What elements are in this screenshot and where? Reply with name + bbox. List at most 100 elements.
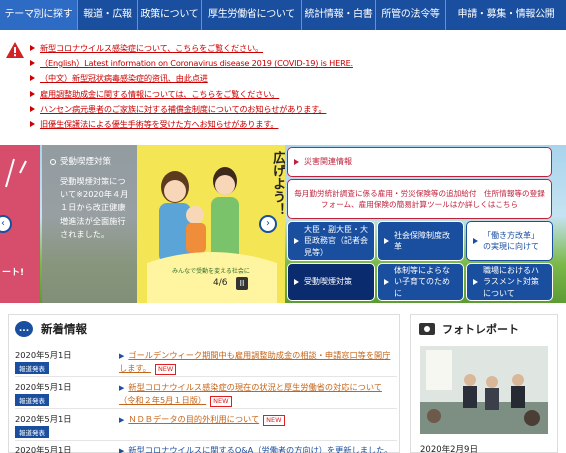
news-link-text: ＮＤＢデータの目的外利用について [128, 414, 260, 424]
minister-press-label: 大臣・副大臣・大臣政務官（記者会見等） [304, 224, 368, 257]
alert-item: （English）Latest information on Coronavir… [30, 55, 353, 70]
passive-smoking-label: 受動喫煙対策 [304, 277, 352, 287]
circle-icon [50, 159, 56, 165]
monthly-survey-label: 毎月勤労統計調査に係る雇用・労災保険等の追加給付 住所情報等の登録フォーム、雇用… [294, 189, 545, 209]
alert-list: 新型コロナウイルス感染症について、こちらをご覧ください。 （English）La… [30, 40, 353, 132]
alert-eugenics-link[interactable]: 旧優生保護法による優生手術等を受けた方へお知らせがあります。 [40, 118, 279, 130]
arrow-right-icon [384, 279, 389, 285]
disaster-info-label: 災害関連情報 [304, 157, 352, 167]
arrow-right-icon [294, 238, 299, 244]
alert-chinese-link[interactable]: （中文）新型冠状病毒感染症的资讯、由此点进 [40, 72, 208, 84]
illus-headline: 広げよう！ [270, 151, 285, 216]
arrow-right-icon [473, 279, 478, 285]
news-link[interactable]: ▶ ゴールデンウィーク期間中も雇用調整助成金の相談・申請窓口等を開庁します。 NEW [119, 349, 397, 375]
alert-item: （中文）新型冠状病毒感染症的资讯、由此点进 [30, 71, 353, 86]
news-section: ... 新着情報 2020年5月1日 報道発表 ▶ ゴールデンウィーク期間中も雇用… [8, 314, 400, 453]
childcare-label: 体制等によらない子育てのために [394, 265, 450, 298]
news-badge: 報道発表 [15, 394, 49, 406]
work-reform-label: 「働き方改革」の実現に向けて [483, 230, 539, 252]
alert-employment-link[interactable]: 雇用調整助成金に関する情報については、こちらをご覧ください。 [40, 88, 279, 100]
alert-covid-link[interactable]: 新型コロナウイルス感染症について、こちらをご覧ください。 [40, 42, 263, 54]
news-row: 2020年5月1日 報道発表 ▶ ゴールデンウィーク期間中も雇用調整助成金の相談・… [15, 346, 397, 377]
slide-body: 受動喫煙対策について※2020年４月１日から改正健康増進法が全面施行されました。 [60, 176, 129, 239]
slide-caption-panel: 受動喫煙対策 受動喫煙対策について※2020年４月１日から改正健康増進法が全面施… [42, 145, 137, 303]
bullet-icon [30, 59, 35, 66]
nav-press[interactable]: 報道・広報 [78, 0, 138, 30]
arrow-right-icon: ▶ [119, 416, 125, 424]
chevron-left-icon: ‹ [1, 218, 5, 229]
news-date: 2020年5月1日 [15, 382, 72, 392]
arrow-right-icon [473, 238, 478, 244]
meeting-photo-icon [420, 346, 548, 434]
bullet-icon [30, 44, 35, 51]
arrow-right-icon [384, 238, 389, 244]
bullet-icon [30, 75, 35, 82]
photo-report-date: 2020年2月9日 [420, 445, 478, 453]
alert-item: 雇用調整助成金に関する情報については、こちらをご覧ください。 [30, 86, 353, 101]
new-badge: NEW [154, 364, 177, 375]
arrow-right-icon [294, 159, 299, 165]
camera-icon [419, 323, 435, 335]
photo-report-image[interactable] [420, 346, 548, 434]
news-badge: 報道発表 [15, 426, 49, 438]
news-date: 2020年5月1日 [15, 445, 72, 453]
work-reform-button[interactable]: 「働き方改革」の実現に向けて [466, 221, 553, 261]
arrow-right-icon: ▶ [119, 447, 125, 453]
slide-title: 受動喫煙対策 [60, 157, 112, 167]
arrow-right-icon [294, 279, 299, 285]
warning-icon [6, 42, 24, 58]
nav-statistics[interactable]: 統計情報・白書 [302, 0, 376, 30]
global-nav: テーマ別に探す 報道・広報 政策について 厚生労働省について 統計情報・白書 所… [0, 0, 566, 30]
news-date: 2020年5月1日 [15, 350, 72, 360]
minister-press-button[interactable]: 大臣・副大臣・大臣政務官（記者会見等） [287, 221, 375, 261]
bullet-icon [30, 90, 35, 97]
news-link-text: 新型コロナウイルスに関するQ&A（労働者の方向け）を更新しました。 [128, 445, 393, 453]
photo-report-section: フォトレポート 2020年2月9日 [410, 314, 558, 453]
harassment-button[interactable]: 職場におけるハラスメント対策について [466, 263, 553, 301]
chevron-right-icon: › [266, 218, 270, 229]
pause-icon: II [239, 279, 245, 288]
new-badge: NEW [263, 415, 285, 426]
alert-item: 新型コロナウイルス感染症について、こちらをご覧ください。 [30, 40, 353, 55]
new-badge: NEW [210, 396, 232, 407]
nav-about[interactable]: 厚生労働省について [202, 0, 302, 30]
disaster-info-button[interactable]: 災害関連情報 [287, 147, 552, 177]
carousel-next-button[interactable]: › [259, 215, 277, 233]
news-date: 2020年5月1日 [15, 414, 72, 424]
news-link-text: 新型コロナウイルス感染症の現在の状況と厚生労働省の対応について（令和２年5月１日… [119, 382, 382, 405]
nav-theme[interactable]: テーマ別に探す [0, 0, 78, 30]
slide-counter: 4/6 [213, 278, 228, 288]
news-link[interactable]: ▶ 新型コロナウイルス感染症の現在の状況と厚生労働省の対応について（令和２年5月１… [119, 381, 397, 407]
news-row: 2020年5月1日 報道発表 ▶ 新型コロナウイルス感染症の現在の状況と厚生労働省… [15, 378, 397, 409]
news-link[interactable]: ▶ 新型コロナウイルスに関するQ&A（労働者の方向け）を更新しました。 [119, 444, 397, 453]
nav-laws[interactable]: 所管の法令等 [376, 0, 446, 30]
alert-item: ハンセン病元患者のご家族に対する補償金制度についてのお知らせがあります。 [30, 101, 353, 116]
alert-hansen-link[interactable]: ハンセン病元患者のご家族に対する補償金制度についてのお知らせがあります。 [40, 103, 327, 115]
news-link[interactable]: ▶ ＮＤＢデータの目的外利用について NEW [119, 413, 397, 426]
monthly-survey-button[interactable]: 毎月勤労統計調査に係る雇用・労災保険等の追加給付 住所情報等の登録フォーム、雇用… [287, 179, 552, 219]
news-row: 2020年5月1日 ▶ 新型コロナウイルスに関するQ&A（労働者の方向け）を更新し… [15, 441, 397, 453]
childcare-button[interactable]: 体制等によらない子育てのために [377, 263, 464, 301]
slide-left-text: ート! [2, 268, 25, 278]
news-badge: 報道発表 [15, 362, 49, 374]
harassment-label: 職場におけるハラスメント対策について [483, 265, 539, 298]
nav-application[interactable]: 申請・募集・情報公開 [446, 0, 566, 30]
illus-caption: みんなで受動を変える社会に [172, 267, 250, 275]
hero-carousel: ート! 受動喫煙対策 受動喫煙対策について※2020年４月１日から改正健康増進法… [0, 145, 566, 303]
news-title: 新着情報 [41, 322, 87, 336]
social-security-button[interactable]: 社会保障制度改革 [377, 221, 464, 261]
bullet-icon [30, 105, 35, 112]
news-row: 2020年5月1日 報道発表 ▶ ＮＤＢデータの目的外利用について NEW [15, 410, 397, 441]
photo-report-header: フォトレポート [419, 321, 519, 337]
alert-item: 旧優生保護法による優生手術等を受けた方へお知らせがあります。 [30, 116, 353, 131]
alert-english-link[interactable]: （English）Latest information on Coronavir… [40, 57, 353, 69]
nav-policy[interactable]: 政策について [138, 0, 202, 30]
arrow-right-icon: ▶ [119, 384, 125, 392]
news-header: ... 新着情報 [15, 321, 87, 337]
passive-smoking-button[interactable]: 受動喫煙対策 [287, 263, 375, 301]
carousel-pause-button[interactable]: II [236, 277, 248, 290]
social-security-label: 社会保障制度改革 [394, 230, 450, 252]
alert-section: 新型コロナウイルス感染症について、こちらをご覧ください。 （English）La… [0, 36, 566, 139]
bullet-icon [30, 121, 35, 128]
arrow-right-icon: ▶ [119, 352, 125, 360]
